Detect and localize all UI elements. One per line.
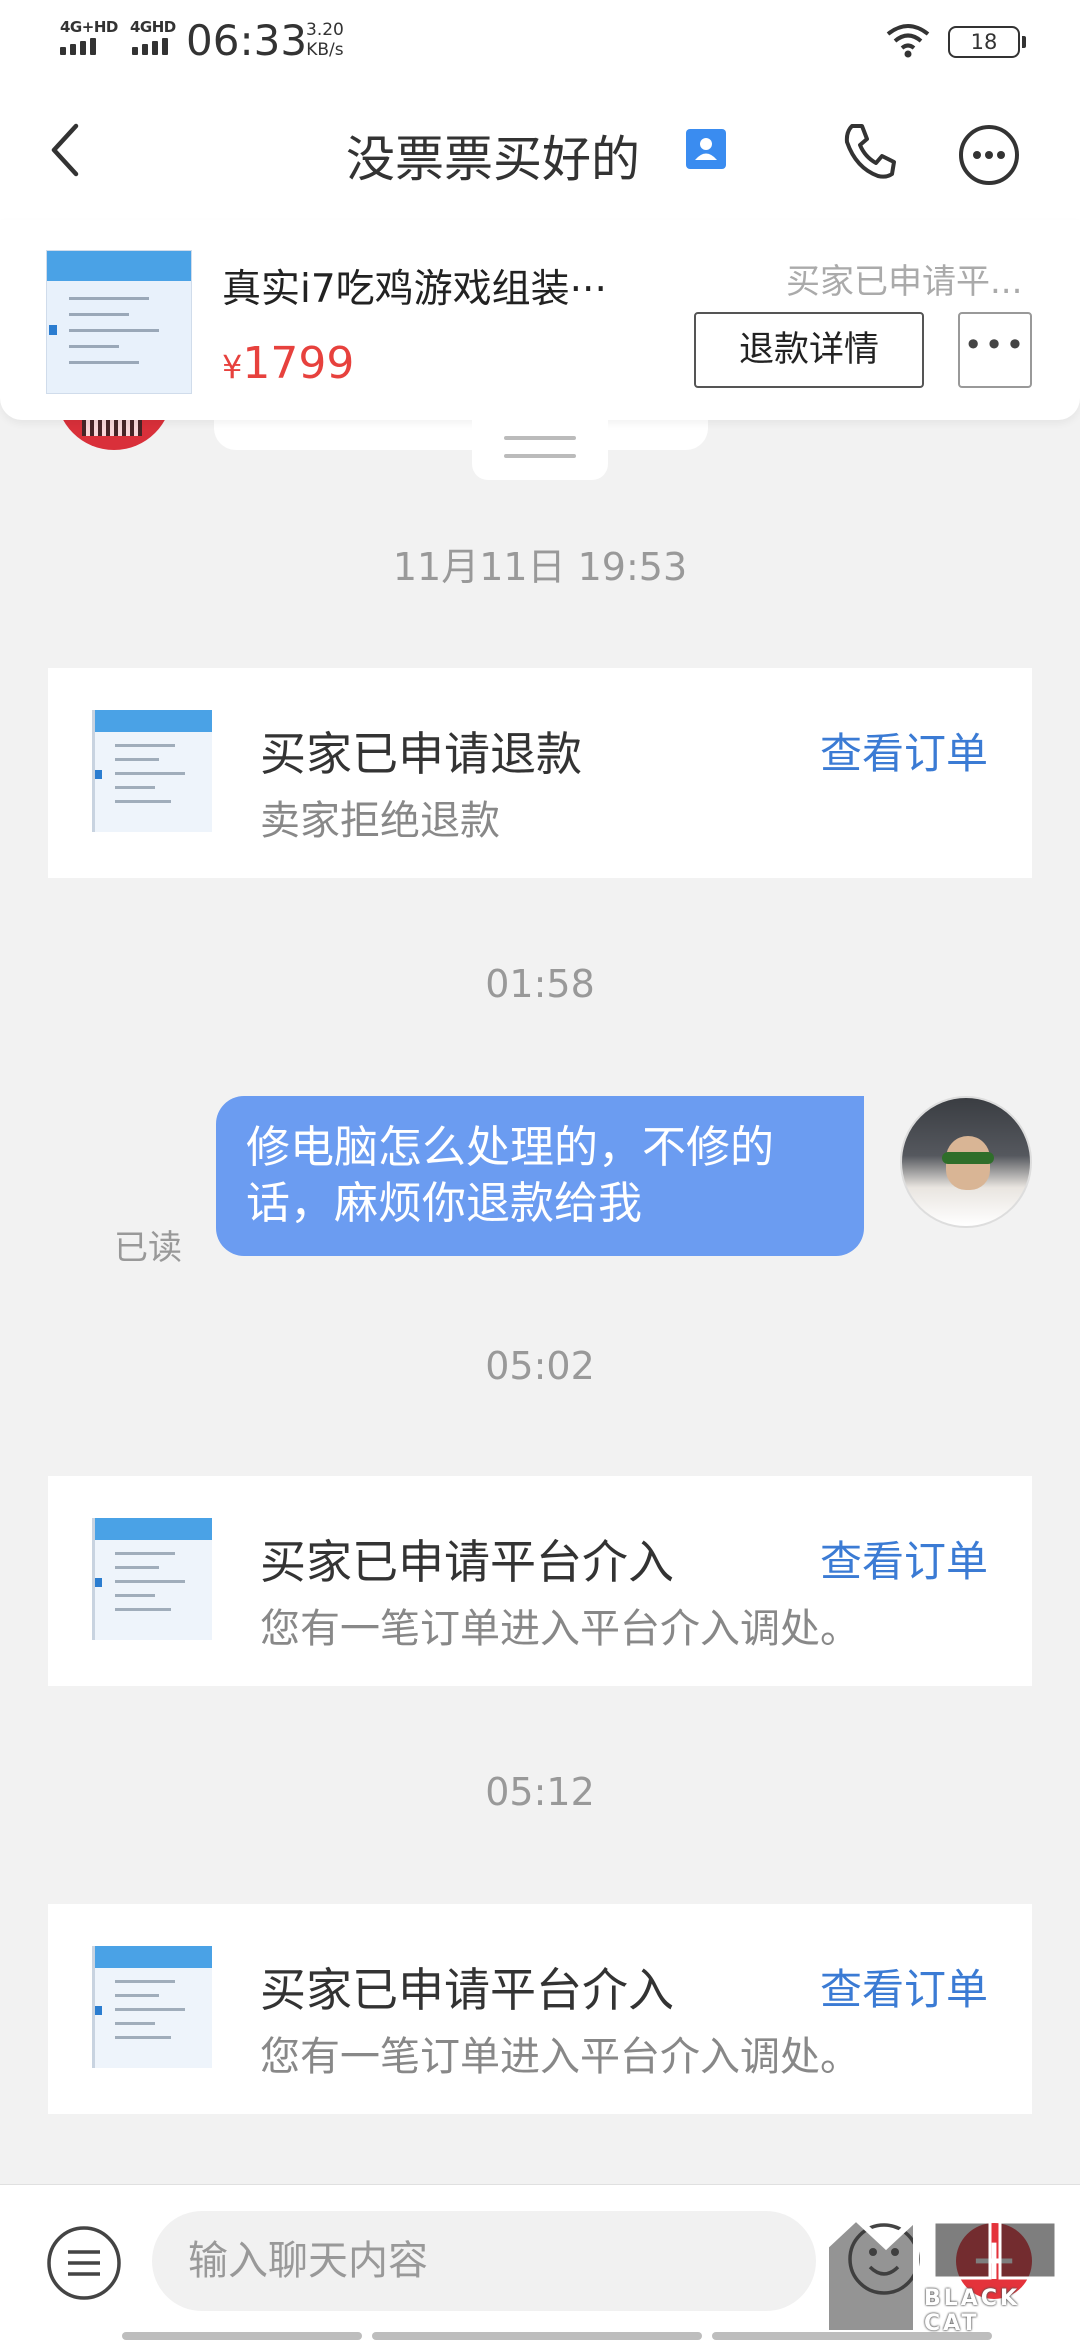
- collapse-handle[interactable]: [472, 418, 608, 480]
- price-currency: ¥: [222, 348, 243, 386]
- read-receipt: 已读: [114, 1228, 182, 1268]
- network-label-2: 4GHD: [130, 18, 176, 36]
- system-message-title: 买家已申请退款: [260, 727, 582, 781]
- watermark-text: BLACK CAT: [924, 2286, 1021, 2336]
- product-more-button[interactable]: •••: [958, 312, 1032, 388]
- product-card[interactable]: 真实i7吃鸡游戏组装··· 买家已申请平... ¥1799 退款详情 •••: [0, 220, 1080, 420]
- system-message-subtitle: 您有一笔订单进入平台介入调处。: [260, 1606, 860, 1652]
- timestamp: 01:58: [485, 962, 595, 1006]
- more-options-icon[interactable]: [958, 124, 1020, 186]
- network-speed: 3.20 KB/s: [306, 20, 344, 60]
- menu-icon[interactable]: [46, 2225, 122, 2301]
- chat-header: 没票票买好的: [0, 84, 1080, 220]
- price-value: 1799: [242, 338, 355, 389]
- user-avatar[interactable]: [900, 1096, 1032, 1228]
- product-price: ¥1799: [222, 338, 354, 389]
- nav-hint: [372, 2332, 702, 2340]
- system-message-card: 买家已申请平台介入 您有一笔订单进入平台介入调处。 查看订单: [48, 1476, 1032, 1686]
- clock: 06:33: [186, 16, 308, 65]
- system-message-card: 买家已申请退款 卖家拒绝退款 查看订单: [48, 668, 1032, 878]
- chat-input[interactable]: 输入聊天内容: [152, 2211, 816, 2311]
- signal-bars-icon: [60, 38, 96, 55]
- battery-indicator: 18: [948, 26, 1020, 58]
- refund-details-button[interactable]: 退款详情: [694, 312, 924, 388]
- speed-value: 3.20: [306, 20, 344, 40]
- speed-unit: KB/s: [306, 40, 344, 60]
- product-name: 真实i7吃鸡游戏组装···: [222, 267, 607, 312]
- order-status: 买家已申请平...: [786, 262, 1023, 302]
- wifi-icon: [886, 24, 930, 58]
- message-text-line-1: 修电脑怎么处理的，不修的: [246, 1122, 774, 1173]
- system-message-title: 买家已申请平台介入: [260, 1535, 674, 1589]
- page-title: 没票票买好的: [346, 131, 641, 188]
- timestamp: 11月11日 19:53: [392, 545, 688, 589]
- contact-card-icon[interactable]: [686, 129, 726, 169]
- network-label-1: 4G+HD: [60, 18, 118, 36]
- view-order-link[interactable]: 查看订单: [820, 1956, 988, 2017]
- system-message-subtitle: 您有一笔订单进入平台介入调处。: [260, 2034, 860, 2080]
- order-thumbnail[interactable]: [92, 1946, 212, 2068]
- phone-icon[interactable]: [842, 122, 896, 180]
- watermark-logo: BLACK CAT: [814, 2212, 1080, 2340]
- status-bar: 4G+HD 4GHD 06:33 3.20 KB/s 18: [0, 0, 1080, 84]
- message-text-line-2: 话，麻烦你退款给我: [246, 1178, 642, 1229]
- signal-bars-icon: [132, 38, 168, 55]
- sent-message-bubble[interactable]: 修电脑怎么处理的，不修的 话，麻烦你退款给我: [216, 1096, 864, 1256]
- system-message-card: 买家已申请平台介入 您有一笔订单进入平台介入调处。 查看订单: [48, 1904, 1032, 2114]
- timestamp: 05:12: [485, 1770, 595, 1814]
- product-thumbnail[interactable]: [46, 250, 192, 394]
- timestamp: 05:02: [485, 1344, 595, 1388]
- order-thumbnail[interactable]: [92, 710, 212, 832]
- battery-cap: [1022, 36, 1026, 48]
- system-message-title: 买家已申请平台介入: [260, 1963, 674, 2017]
- back-arrow-icon[interactable]: [48, 122, 82, 178]
- order-thumbnail[interactable]: [92, 1518, 212, 1640]
- view-order-link[interactable]: 查看订单: [820, 720, 988, 781]
- view-order-link[interactable]: 查看订单: [820, 1528, 988, 1589]
- nav-hint: [122, 2332, 362, 2340]
- system-message-subtitle: 卖家拒绝退款: [260, 798, 500, 844]
